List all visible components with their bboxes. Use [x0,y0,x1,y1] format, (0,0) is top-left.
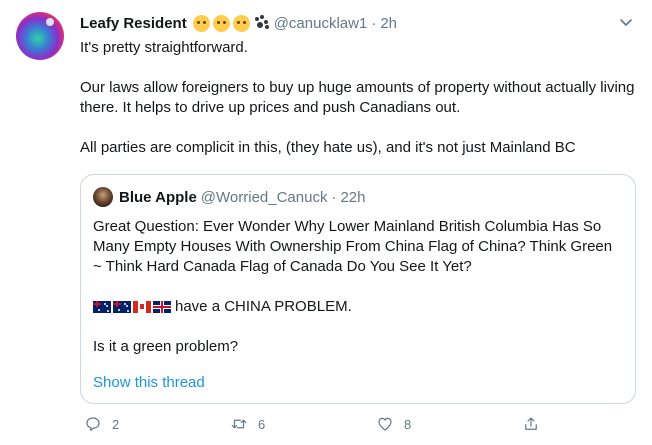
retweet-count: 6 [258,416,266,432]
raised-eyebrow-face-emoji [232,14,250,32]
tweet-paragraph: It's pretty straightforward. [80,39,248,56]
tweet-card[interactable]: Leafy Resident @canucklaw1 · 2h It's pre… [0,0,652,445]
tweet-paragraph: Our laws allow foreigners to buy up huge… [80,79,635,116]
name-emojis [192,14,270,32]
canada-flag [133,301,151,313]
display-name[interactable]: Leafy Resident [80,15,187,32]
paw-prints-emoji [254,15,270,31]
quoted-timestamp: 22h [340,188,366,206]
quoted-display-name: Blue Apple [119,188,197,206]
quoted-paragraph: Great Question: Ever Wonder Why Lower Ma… [93,218,613,275]
thinking-face-emoji [192,14,210,32]
heart-icon [378,417,392,431]
like-button[interactable]: 8 [376,412,411,436]
like-count: 8 [404,416,412,432]
quoted-text: Great Question: Ever Wonder Why Lower Ma… [93,217,623,357]
share-icon [525,417,537,430]
handle[interactable]: @canucklaw1 [274,15,368,32]
separator-dot: · [331,188,337,206]
flag-emojis [93,301,171,313]
chevron-down-icon[interactable] [618,14,634,30]
retweet-button[interactable]: 6 [230,412,265,436]
quoted-header: Blue Apple @Worried_Canuck · 22h [119,187,366,207]
united-kingdom-flag [153,301,171,313]
tweet-header: Leafy Resident @canucklaw1 · 2h [80,12,397,34]
frowning-face-emoji [212,14,230,32]
quoted-paragraph: Is it a green problem? [93,338,239,355]
reply-count: 2 [112,416,120,432]
quoted-paragraph: have a CHINA PROBLEM. [93,297,623,317]
quoted-paragraph-text: have a CHINA PROBLEM. [175,298,352,315]
tweet-text: It's pretty straightforward. Our laws al… [80,38,640,158]
timestamp[interactable]: 2h [380,15,397,32]
avatar[interactable] [16,12,64,60]
quoted-avatar [93,187,113,207]
reply-icon [86,417,100,431]
show-thread-link[interactable]: Show this thread [93,374,205,391]
tweet-paragraph: All parties are complicit in this, (they… [80,139,576,156]
retweet-icon [231,419,247,429]
separator-dot: · [371,14,377,32]
share-button[interactable] [522,412,540,436]
reply-button[interactable]: 2 [84,412,119,436]
quoted-tweet[interactable]: Blue Apple @Worried_Canuck · 22h Great Q… [80,174,636,404]
tweet-actions: 2 6 8 [80,412,550,436]
australia-flag [93,301,111,313]
quoted-handle: @Worried_Canuck [200,188,328,206]
australia-flag [113,301,131,313]
